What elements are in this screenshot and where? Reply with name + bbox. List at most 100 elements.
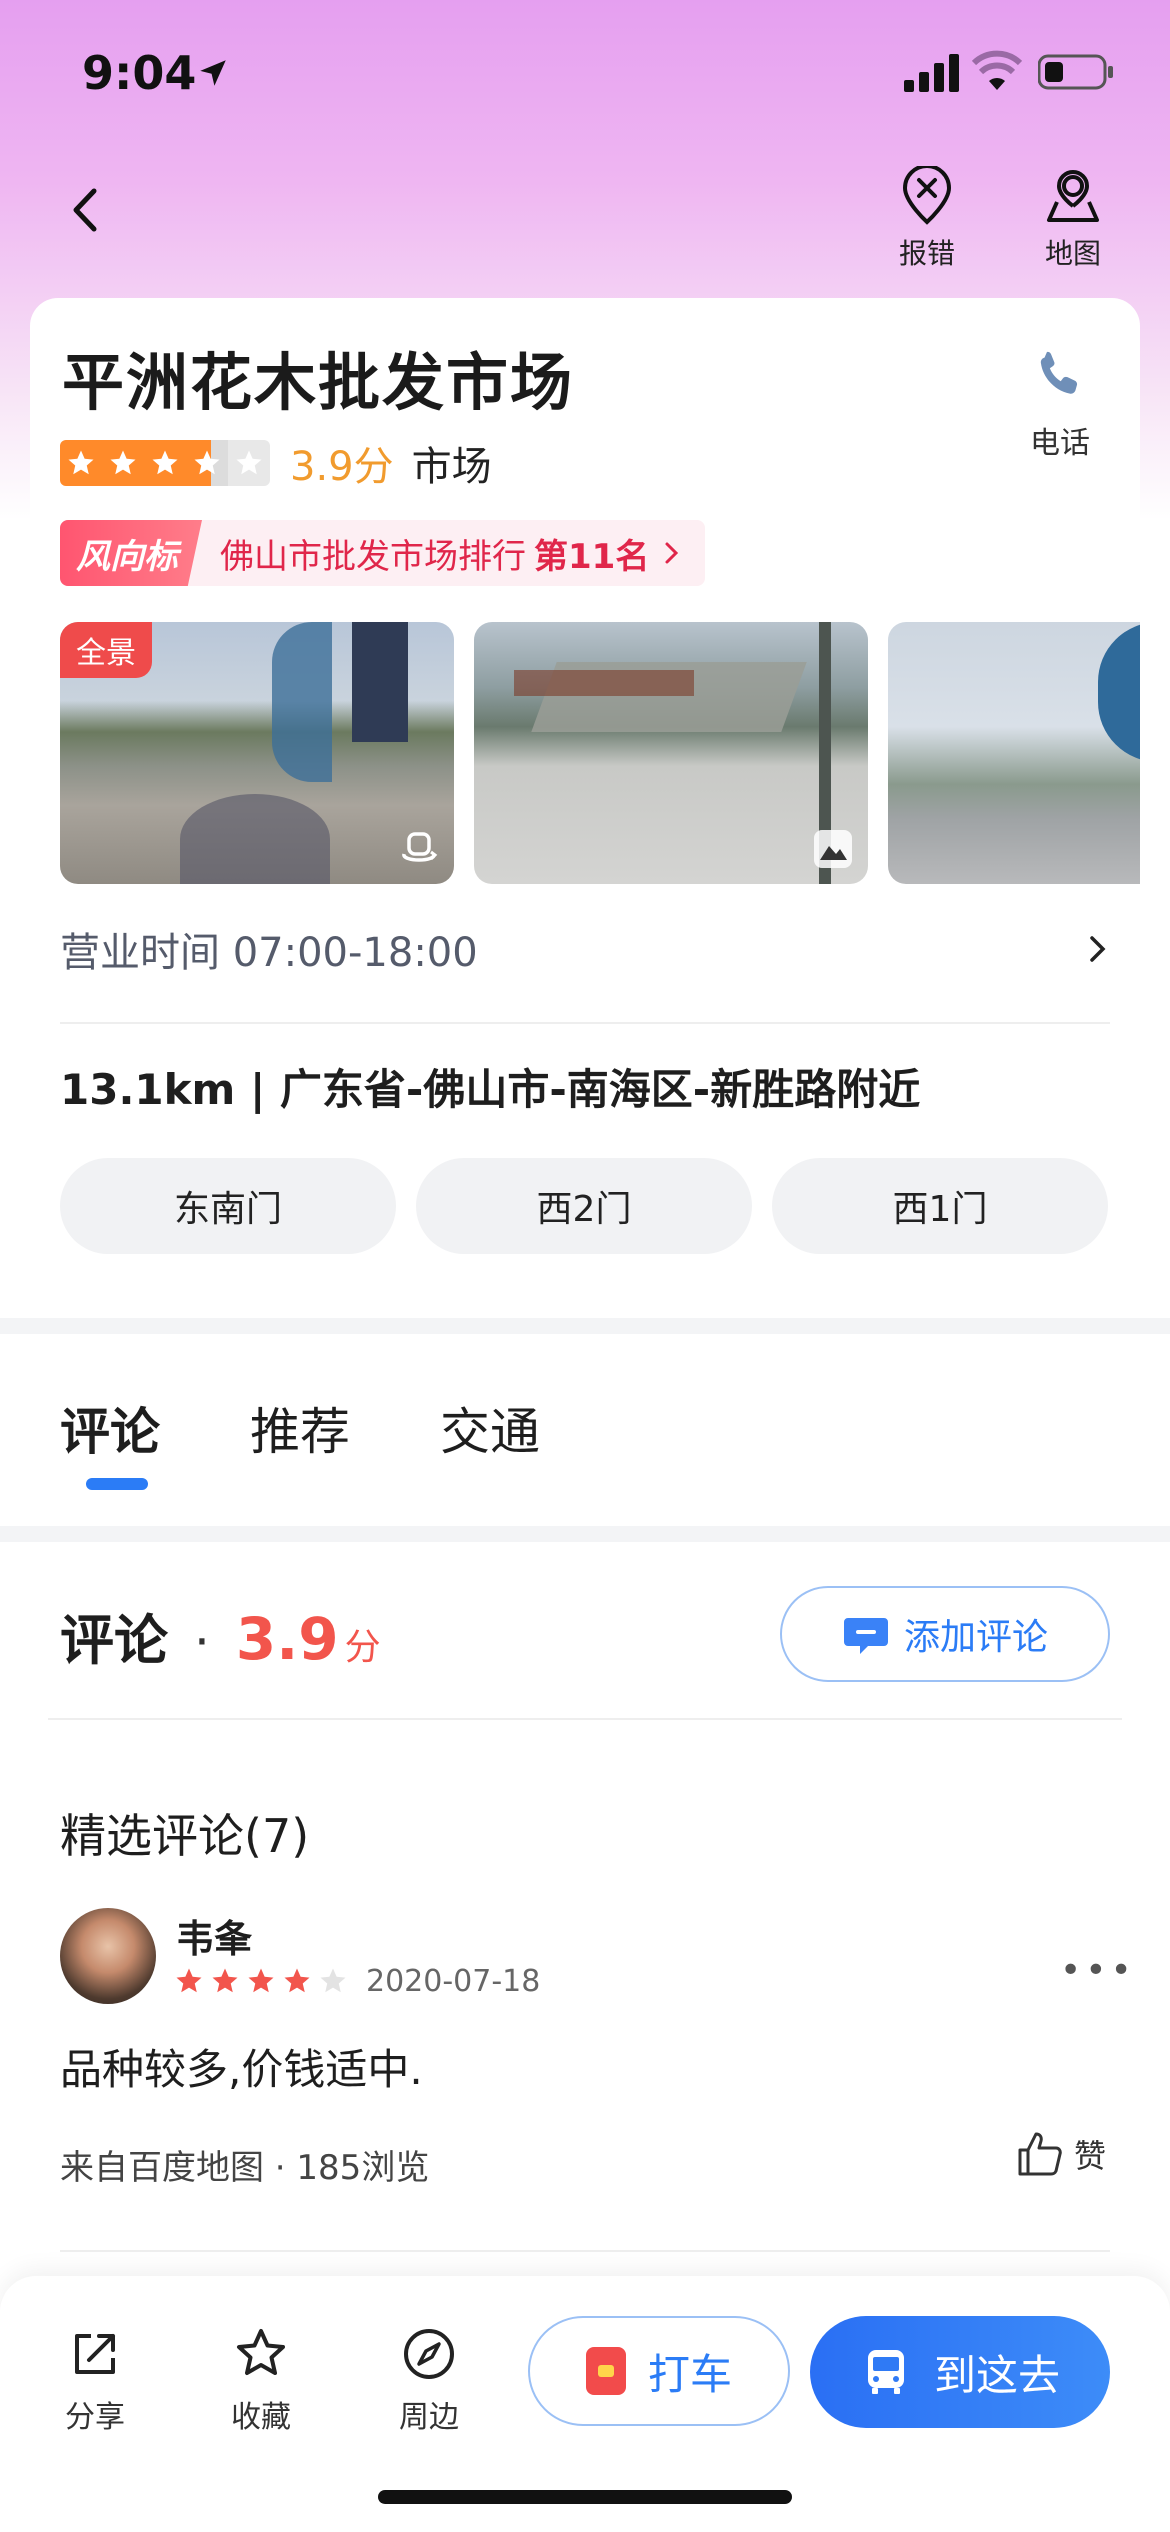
divider xyxy=(60,1022,1110,1024)
report-error-button[interactable]: 报错 xyxy=(872,166,982,286)
nearby-label: 周边 xyxy=(399,2400,459,2435)
gate-button[interactable]: 东南门 xyxy=(60,1158,396,1254)
star-icon xyxy=(212,1968,238,1993)
reviews-score: 3.9 xyxy=(235,1605,339,1673)
add-review-label: 添加评论 xyxy=(903,1617,1048,1658)
gate-list: 东南门 西2门 西1门 xyxy=(60,1158,1108,1254)
map-pin-icon xyxy=(1047,170,1099,222)
ranking-text: 佛山市批发市场排行 xyxy=(220,536,526,577)
place-category: 市场 xyxy=(411,444,492,490)
rating-row: 3.9分 市场 xyxy=(60,438,492,490)
chevron-right-icon xyxy=(1090,936,1106,962)
review-stars xyxy=(174,1966,348,1996)
tab-transport[interactable]: 交通 xyxy=(440,1392,540,1464)
photo-gate-roof-shape xyxy=(514,670,694,696)
taxi-button[interactable]: 打车 xyxy=(528,2316,790,2426)
star-empty-icon xyxy=(228,440,270,486)
tab-reviews[interactable]: 评论 xyxy=(60,1392,160,1464)
star-icon xyxy=(284,1968,310,1993)
ranking-position: 第11名 xyxy=(534,536,650,577)
bus-icon xyxy=(867,2350,904,2394)
back-button[interactable] xyxy=(56,180,116,240)
address: 13.1km | 广东省-佛山市-南海区-新胜路附近 xyxy=(60,1065,921,1114)
go-here-label: 到这去 xyxy=(933,2350,1060,2400)
review-date: 2020-07-18 xyxy=(366,1964,541,1999)
like-button[interactable]: 赞 xyxy=(1014,2128,1106,2180)
business-hours: 营业时间 07:00-18:00 xyxy=(60,930,478,976)
business-hours-row[interactable]: 营业时间 07:00-18:00 xyxy=(60,914,1110,984)
panorama-tag: 全景 xyxy=(60,622,152,678)
review-meta: 来自百度地图 · 185浏览 xyxy=(60,2148,430,2188)
status-time: 9:04 xyxy=(82,46,197,100)
active-tab-indicator xyxy=(86,1478,148,1490)
star-icon xyxy=(102,440,144,486)
photo-car-shape xyxy=(180,794,330,884)
star-outline-icon xyxy=(237,2329,285,2375)
tab-bar: 评论 推荐 交通 xyxy=(60,1392,540,1464)
photo-building-shape xyxy=(272,622,332,782)
panorama-360-icon xyxy=(402,832,438,862)
share-icon xyxy=(75,2334,115,2374)
share-button[interactable]: 分享 xyxy=(40,2326,150,2436)
taxi-label: 打车 xyxy=(647,2349,732,2399)
reviews-header: 评论 · 3.9 分 xyxy=(60,1596,381,1675)
phone-label: 电话 xyxy=(1030,426,1090,461)
photo-sign-shape xyxy=(352,622,408,742)
report-error-icon xyxy=(902,166,952,225)
star-empty-icon xyxy=(320,1968,346,1993)
section-separator xyxy=(0,1318,1170,1334)
favorite-label: 收藏 xyxy=(231,2400,291,2435)
compass-icon xyxy=(404,2329,454,2379)
map-button[interactable]: 地图 xyxy=(1018,166,1128,286)
comment-icon xyxy=(843,1618,888,1654)
section-separator xyxy=(0,1526,1170,1542)
gate-button[interactable]: 西2门 xyxy=(416,1158,752,1254)
ranking-logo: 风向标 xyxy=(60,520,202,586)
phone-button[interactable]: 电话 xyxy=(1000,346,1120,462)
star-icon xyxy=(60,440,102,486)
wifi-icon xyxy=(972,50,1022,90)
avatar[interactable] xyxy=(60,1908,156,2004)
photo-icon xyxy=(814,830,852,868)
rating-stars xyxy=(60,440,270,486)
place-info-card: 平洲花木批发市场 3.9分 市场 电话 风向标 佛山市批发市场排行 第11名 全… xyxy=(30,298,1140,1316)
star-half-icon xyxy=(186,440,228,486)
status-bar: 9:04 xyxy=(0,0,1170,140)
place-title: 平洲花木批发市场 xyxy=(62,346,575,419)
location-arrow-icon xyxy=(200,60,226,86)
star-icon xyxy=(248,1968,274,1993)
divider xyxy=(60,2250,1110,2252)
map-label: 地图 xyxy=(1044,237,1101,270)
chevron-right-icon xyxy=(665,542,679,564)
separator-dot: · xyxy=(194,1613,210,1671)
add-review-button[interactable]: 添加评论 xyxy=(780,1586,1110,1682)
reviews-title: 评论 xyxy=(60,1609,168,1672)
thumbs-up-icon xyxy=(1018,2132,1062,2176)
rating-score: 3.9分 xyxy=(290,444,394,490)
featured-reviews-label: 精选评论(7) xyxy=(60,1809,310,1863)
gate-button[interactable]: 西1门 xyxy=(772,1158,1108,1254)
like-label: 赞 xyxy=(1074,2137,1107,2175)
ranking-badge[interactable]: 风向标 佛山市批发市场排行 第11名 xyxy=(60,520,706,586)
favorite-button[interactable]: 收藏 xyxy=(206,2326,316,2436)
gate-photo[interactable] xyxy=(474,622,868,884)
entrance-photo[interactable] xyxy=(888,622,1140,884)
tab-recommend[interactable]: 推荐 xyxy=(250,1392,350,1464)
photo-building-shape xyxy=(1098,622,1140,762)
panorama-photo[interactable]: 全景 xyxy=(60,622,454,884)
nearby-button[interactable]: 周边 xyxy=(374,2326,484,2436)
chevron-left-icon xyxy=(73,188,97,232)
battery-icon xyxy=(1038,54,1113,90)
review-text: 品种较多,价钱适中. xyxy=(60,2045,423,2094)
more-options-icon[interactable]: ••• xyxy=(1060,1950,1136,1991)
star-icon xyxy=(144,440,186,486)
home-indicator xyxy=(378,2490,792,2504)
go-here-button[interactable]: 到这去 xyxy=(810,2316,1110,2428)
review-user-name[interactable]: 韦夆 xyxy=(176,1908,252,1963)
phone-icon xyxy=(1040,351,1078,394)
star-icon xyxy=(176,1968,202,1993)
reviews-score-unit: 分 xyxy=(344,1627,381,1668)
divider xyxy=(48,1718,1122,1720)
red-packet-icon xyxy=(585,2347,626,2395)
report-error-label: 报错 xyxy=(898,237,955,270)
